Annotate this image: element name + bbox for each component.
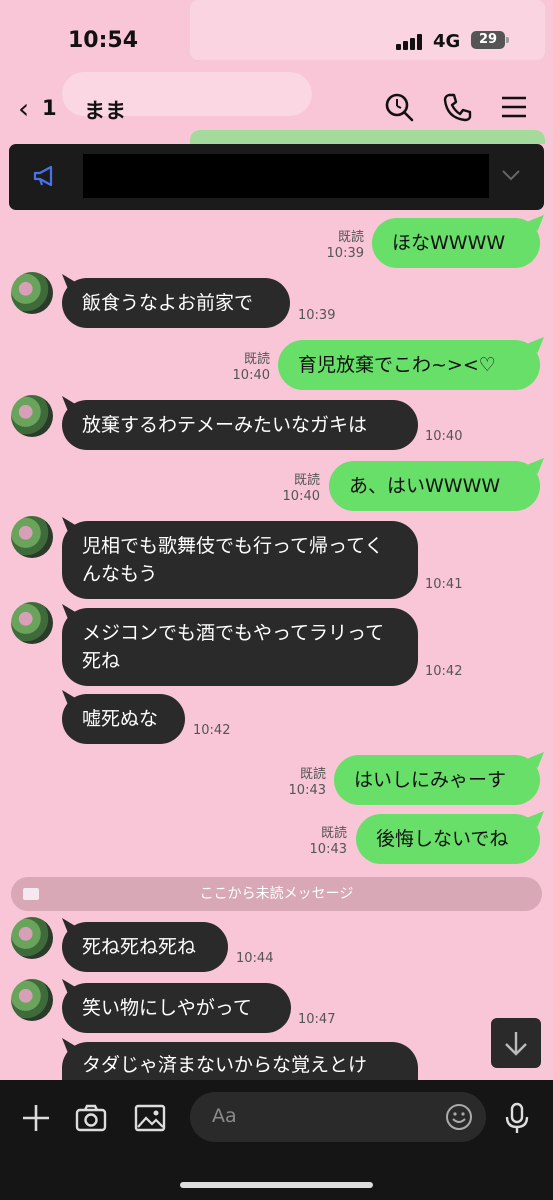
avatar[interactable]	[11, 602, 53, 644]
avatar[interactable]	[11, 395, 53, 437]
emoji-icon[interactable]	[444, 1102, 474, 1132]
message-composer: Aa	[0, 1080, 553, 1200]
message-time: 10:40	[425, 429, 463, 444]
message-time: 10:42	[425, 664, 463, 679]
camera-icon[interactable]	[73, 1100, 109, 1136]
incoming-message[interactable]: 飯食うなよお前家で	[62, 278, 290, 328]
scroll-to-bottom-button[interactable]	[491, 1018, 541, 1068]
avatar[interactable]	[11, 979, 53, 1021]
message-input-placeholder: Aa	[212, 1105, 237, 1127]
read-receipt: 既読 10:39	[326, 230, 364, 261]
message-time: 10:39	[298, 308, 336, 323]
outgoing-message[interactable]: ほなWWWW	[372, 218, 540, 268]
avatar[interactable]	[11, 272, 53, 314]
plus-icon[interactable]	[18, 1100, 54, 1136]
read-receipt: 既読 10:43	[288, 767, 326, 798]
message-time: 10:44	[236, 951, 274, 966]
message-time: 10:42	[193, 723, 231, 738]
incoming-message[interactable]: 死ね死ね死ね	[62, 922, 228, 972]
incoming-message[interactable]: 笑い物にしやがって	[62, 983, 291, 1033]
incoming-message[interactable]: メジコンでも酒でもやってラリって死ね	[62, 608, 418, 686]
read-receipt: 既読 10:43	[309, 826, 347, 857]
arrow-down-icon	[505, 1032, 527, 1056]
read-receipt: 既読 10:40	[282, 473, 320, 504]
unread-divider: ここから未読メッセージ	[11, 877, 542, 911]
microphone-icon[interactable]	[499, 1100, 535, 1136]
read-receipt: 既読 10:40	[232, 352, 270, 383]
avatar[interactable]	[11, 516, 53, 558]
image-icon[interactable]	[132, 1100, 168, 1136]
incoming-message[interactable]: 児相でも歌舞伎でも行って帰ってくんなもう	[62, 521, 418, 599]
unread-divider-label: ここから未読メッセージ	[199, 886, 354, 902]
outgoing-message[interactable]: あ、はいWWWW	[329, 461, 540, 511]
outgoing-message[interactable]: 後悔しないでね	[356, 814, 540, 864]
message-time: 10:41	[425, 577, 463, 592]
message-time: 10:47	[298, 1012, 336, 1027]
message-input[interactable]: Aa	[190, 1092, 486, 1142]
incoming-message[interactable]: 放棄するわテメーみたいなガキは	[62, 400, 418, 450]
avatar[interactable]	[11, 917, 53, 959]
home-indicator[interactable]	[180, 1182, 373, 1188]
incoming-message[interactable]: 嘘死ぬな	[62, 694, 185, 744]
chat-log: 既読 10:39 ほなWWWW 飯食うなよお前家で 10:39 既読 10:40 育…	[0, 0, 553, 1200]
outgoing-message[interactable]: はいしにみゃーす	[334, 755, 540, 805]
outgoing-message[interactable]: 育児放棄でこわ~><♡	[278, 340, 540, 390]
